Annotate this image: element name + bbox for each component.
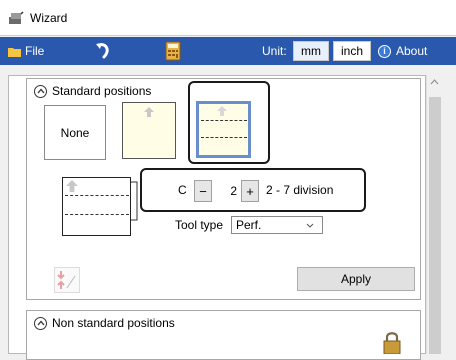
perforation-line <box>65 195 129 196</box>
position-full-sheet-option[interactable] <box>122 102 176 159</box>
division-stepper: C − 2 + 2 - 7 division <box>140 168 366 212</box>
tool-type-select[interactable]: Perf. <box>231 216 323 234</box>
undo-button[interactable] <box>93 37 113 65</box>
unit-mm-option[interactable]: mm <box>293 37 329 65</box>
folder-icon <box>8 47 21 57</box>
undo-icon <box>96 43 109 59</box>
decrement-button[interactable]: − <box>194 180 212 202</box>
swap-position-button[interactable] <box>54 267 80 293</box>
increment-button[interactable]: + <box>241 180 259 202</box>
apply-button[interactable]: Apply <box>297 267 415 291</box>
unit-inch-button[interactable]: inch <box>333 41 372 61</box>
feed-arrow-icon <box>144 107 154 117</box>
position-none-option[interactable]: None <box>44 105 106 160</box>
swap-arrows-icon <box>57 271 76 289</box>
window-title: Wizard <box>30 11 68 25</box>
standard-positions-title: Standard positions <box>52 84 152 98</box>
chevron-down-icon <box>306 223 314 228</box>
position-perforation-option[interactable] <box>196 101 251 158</box>
division-value[interactable]: 2 <box>217 180 239 202</box>
perforation-line <box>201 120 247 121</box>
division-prefix: C <box>178 183 187 197</box>
toolbar: File Unit: mm inch i About <box>0 37 456 65</box>
window-titlebar: Wizard <box>0 0 456 36</box>
unit-label-text: Unit: <box>262 44 287 58</box>
file-menu[interactable]: File <box>8 37 44 65</box>
sheet-preview <box>62 177 131 236</box>
info-icon: i <box>378 44 391 58</box>
about-label: About <box>396 44 428 58</box>
unit-inch-option[interactable]: inch <box>333 37 372 65</box>
tool-type-label: Tool type <box>175 218 224 232</box>
collapse-icon[interactable] <box>34 84 47 98</box>
vertical-scrollbar[interactable] <box>426 75 442 354</box>
division-bracket <box>131 181 138 221</box>
tool-type-value: Perf. <box>236 218 262 232</box>
file-menu-label: File <box>25 44 45 58</box>
feed-arrow-icon <box>66 180 78 192</box>
calculator-icon <box>165 41 181 61</box>
collapse-icon[interactable] <box>34 316 47 330</box>
scrollbar-thumb[interactable] <box>429 97 441 354</box>
unit-mm-button[interactable]: mm <box>293 41 329 61</box>
perforation-line <box>65 214 129 215</box>
non-standard-positions-header[interactable]: Non standard positions <box>34 316 175 330</box>
standard-positions-header[interactable]: Standard positions <box>34 84 151 98</box>
unit-label: Unit: <box>262 37 287 65</box>
wizard-app-icon <box>9 11 24 24</box>
position-none-label: None <box>60 125 90 140</box>
non-standard-positions-title: Non standard positions <box>52 316 175 330</box>
scroll-up-icon[interactable] <box>430 79 439 85</box>
feed-arrow-icon <box>217 106 227 116</box>
about-button[interactable]: i About <box>378 37 427 65</box>
lock-icon[interactable] <box>382 331 402 354</box>
perforation-line <box>201 137 247 138</box>
division-range: 2 - 7 division <box>266 183 334 197</box>
calculator-button[interactable] <box>163 37 183 65</box>
